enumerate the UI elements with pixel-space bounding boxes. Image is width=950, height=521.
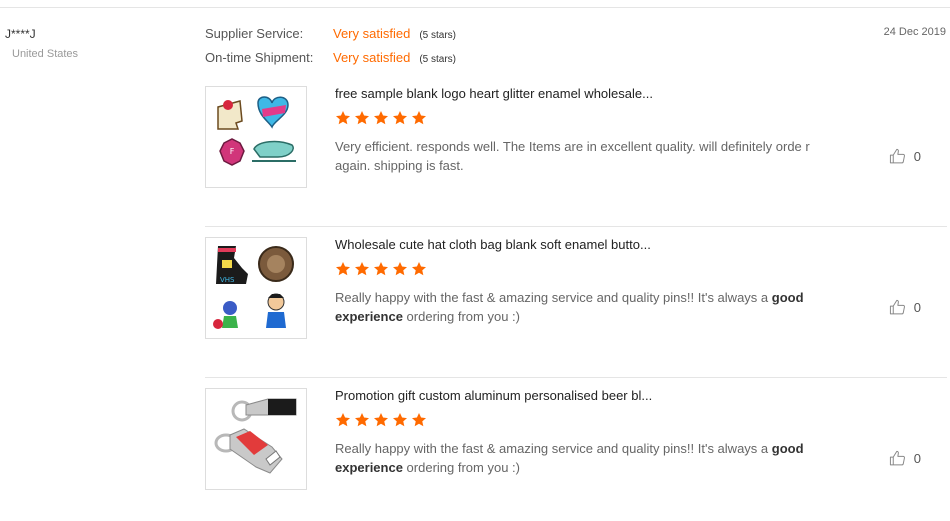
star-icon bbox=[355, 262, 369, 276]
star-icon bbox=[336, 262, 350, 276]
star-icon bbox=[393, 262, 407, 276]
product-review: VHS Wholesale cute hat cloth bag blank s… bbox=[205, 227, 947, 378]
star-icon bbox=[412, 111, 426, 125]
like-button[interactable]: 0 bbox=[889, 148, 921, 165]
star-icon bbox=[336, 413, 350, 427]
reviewer-name: J****J bbox=[5, 27, 36, 41]
like-count: 0 bbox=[913, 149, 921, 164]
like-count: 0 bbox=[913, 300, 921, 315]
star-rating bbox=[335, 412, 427, 428]
reviewer-country: United States bbox=[12, 48, 79, 60]
like-button[interactable]: 0 bbox=[889, 299, 921, 316]
svg-text:F: F bbox=[230, 147, 235, 156]
rating-label: On-time Shipment: bbox=[205, 50, 314, 65]
soft-enamel-pins-image: VHS bbox=[206, 238, 306, 338]
rating-stars-text: (5 stars) bbox=[419, 30, 456, 41]
review-date: 24 Dec 2019 bbox=[883, 26, 946, 38]
star-icon bbox=[355, 111, 369, 125]
review-text-part: Really happy with the fast & amazing ser… bbox=[335, 290, 772, 305]
review-text-part: Very efficient. responds well. The Items… bbox=[335, 139, 810, 173]
review-text: Really happy with the fast & amazing ser… bbox=[335, 439, 831, 477]
rating-value: Very satisfied bbox=[333, 50, 411, 65]
product-title-link[interactable]: Promotion gift custom aluminum personali… bbox=[335, 388, 652, 403]
star-rating bbox=[335, 110, 427, 126]
product-thumbnail[interactable] bbox=[205, 388, 307, 490]
thumbs-up-icon bbox=[889, 450, 905, 466]
star-icon bbox=[374, 111, 388, 125]
product-review: Promotion gift custom aluminum personali… bbox=[205, 378, 947, 521]
star-icon bbox=[355, 413, 369, 427]
product-title-link[interactable]: Wholesale cute hat cloth bag blank soft … bbox=[335, 237, 651, 252]
thumbs-up-icon bbox=[889, 148, 905, 164]
star-icon bbox=[374, 413, 388, 427]
review-text-part: ordering from you :) bbox=[402, 460, 520, 475]
review-text: Very efficient. responds well. The Items… bbox=[335, 137, 831, 175]
review-text: Really happy with the fast & amazing ser… bbox=[335, 288, 831, 326]
review-text-part: Really happy with the fast & amazing ser… bbox=[335, 441, 772, 456]
product-review: F free sample blank logo heart glitter e… bbox=[205, 76, 947, 227]
rating-value: Very satisfied bbox=[333, 26, 411, 41]
rating-row-on-time-shipment: On-time Shipment: Very satisfied (5 star… bbox=[205, 50, 456, 74]
review-text-part: ordering from you :) bbox=[402, 309, 520, 324]
star-icon bbox=[336, 111, 350, 125]
supplier-ratings: Supplier Service: Very satisfied (5 star… bbox=[205, 26, 456, 74]
product-thumbnail[interactable]: VHS bbox=[205, 237, 307, 339]
top-divider bbox=[0, 7, 950, 8]
enamel-pins-image: F bbox=[206, 87, 306, 187]
svg-text:VHS: VHS bbox=[220, 276, 235, 284]
rating-row-supplier-service: Supplier Service: Very satisfied (5 star… bbox=[205, 26, 456, 50]
star-icon bbox=[374, 262, 388, 276]
star-icon bbox=[412, 413, 426, 427]
like-count: 0 bbox=[913, 451, 921, 466]
bottle-opener-keychain-image bbox=[206, 389, 306, 489]
product-title-link[interactable]: free sample blank logo heart glitter ena… bbox=[335, 86, 653, 101]
thumbs-up-icon bbox=[889, 299, 905, 315]
star-icon bbox=[412, 262, 426, 276]
product-thumbnail[interactable]: F bbox=[205, 86, 307, 188]
reviewer-info: J****J United States bbox=[5, 27, 78, 60]
like-button[interactable]: 0 bbox=[889, 450, 921, 467]
star-icon bbox=[393, 413, 407, 427]
star-rating bbox=[335, 261, 427, 277]
star-icon bbox=[393, 111, 407, 125]
rating-label: Supplier Service: bbox=[205, 26, 304, 41]
rating-stars-text: (5 stars) bbox=[419, 54, 456, 65]
